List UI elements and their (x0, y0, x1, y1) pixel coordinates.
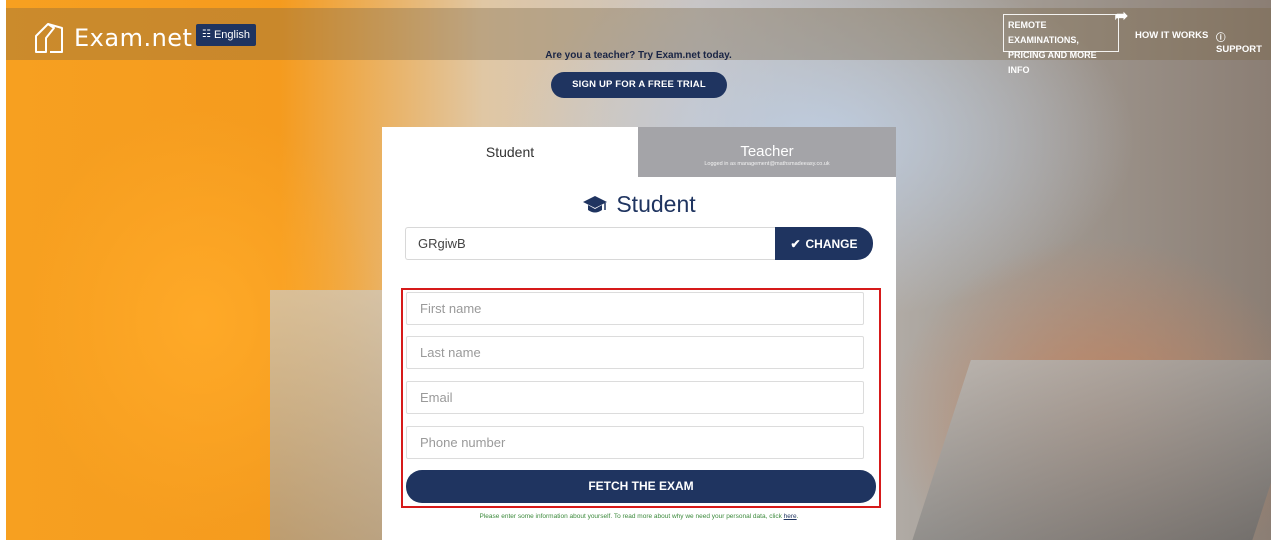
tab-teacher-label: Teacher (740, 143, 794, 160)
language-label: English (213, 29, 251, 41)
first-name-field[interactable]: First name (406, 292, 864, 325)
remote-examinations-link[interactable]: REMOTE EXAMINATIONS, PRICING AND MORE IN… (1003, 9, 1128, 75)
phone-number-field[interactable]: Phone number (406, 426, 864, 459)
background-laptop (909, 360, 1271, 540)
remote-line-1: REMOTE EXAMINATIONS, (1008, 20, 1079, 45)
background-object (270, 290, 390, 540)
student-heading: Student (382, 191, 896, 218)
fetch-exam-button[interactable]: FETCH THE EXAM (406, 470, 876, 503)
check-icon: ✔ (790, 236, 801, 251)
note-here-link[interactable]: here (784, 513, 797, 520)
email-field[interactable]: Email (406, 381, 864, 414)
note-text: Please enter some information about your… (479, 513, 784, 520)
how-it-works-link[interactable]: HOW IT WORKS (1135, 30, 1208, 41)
left-edge (0, 0, 6, 540)
exam-code-input[interactable]: GRgiwB (405, 227, 775, 260)
teacher-cta-text: Are you a teacher? Try Exam.net today. (545, 50, 732, 61)
language-button[interactable]: ☷ English (196, 24, 257, 46)
last-name-field[interactable]: Last name (406, 336, 864, 369)
signup-free-trial-button[interactable]: SIGN UP FOR A FREE TRIAL (551, 72, 727, 98)
note-end: . (796, 513, 799, 520)
student-heading-text: Student (616, 191, 696, 217)
change-button-label: CHANGE (805, 236, 858, 251)
exam-code-row: GRgiwB ✔ CHANGE (405, 227, 873, 260)
student-info-form: First name Last name Email Phone number … (401, 288, 881, 508)
tab-teacher-logged-in: Logged in as management@mathsmadeeasy.co… (704, 161, 830, 167)
graduation-cap-icon (583, 195, 608, 212)
tab-teacher[interactable]: Teacher Logged in as management@mathsmad… (638, 127, 896, 177)
tab-student[interactable]: Student (382, 127, 638, 177)
logo-text: Exam.net (74, 24, 193, 52)
language-icon: ☷ (202, 29, 211, 40)
change-button[interactable]: ✔ CHANGE (775, 227, 873, 260)
share-arrow-icon: ➦ (1114, 8, 1128, 25)
login-card: Student Teacher Logged in as management@… (382, 127, 896, 540)
role-tabs: Student Teacher Logged in as management@… (382, 127, 896, 177)
personal-data-note: Please enter some information about your… (382, 513, 896, 520)
